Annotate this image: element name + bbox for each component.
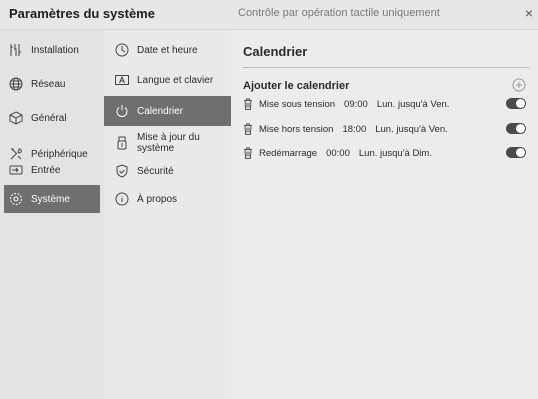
sidebar-item-label: Général xyxy=(31,112,67,124)
submenu-item-label: Calendrier xyxy=(137,105,184,117)
schedule-row: Mise sous tension 09:00 Lun. jusqu'à Ven… xyxy=(243,95,529,113)
submenu-item-security[interactable]: Sécurité xyxy=(104,158,231,184)
sidebar-item-input[interactable]: Entrée xyxy=(0,156,104,184)
submenu-item-label: À propos xyxy=(137,193,178,205)
schedule-time: 18:00 xyxy=(342,123,367,135)
sidebar-item-installation[interactable]: Installation xyxy=(0,36,104,64)
schedule-toggle[interactable] xyxy=(506,98,526,109)
submenu-item-date-time[interactable]: Date et heure xyxy=(104,36,231,64)
usb-icon xyxy=(115,136,129,150)
close-button[interactable]: × xyxy=(522,5,536,21)
submenu-item-system-update[interactable]: Mise à jour du système xyxy=(104,128,231,158)
shield-icon xyxy=(115,164,129,178)
globe-icon xyxy=(9,77,23,91)
schedule-action: Mise hors tension xyxy=(259,123,334,135)
submenu-item-label: Sécurité xyxy=(137,165,174,177)
add-calendar-button[interactable] xyxy=(512,78,526,92)
submenu-item-language-keyboard[interactable]: Langue et clavier xyxy=(104,66,231,94)
submenu-item-label: Mise à jour du système xyxy=(137,132,200,154)
submenu-item-calendar[interactable]: Calendrier xyxy=(104,96,231,126)
submenu-item-label: Langue et clavier xyxy=(137,74,214,86)
toggle-knob xyxy=(516,124,525,133)
submenu-item-label: Date et heure xyxy=(137,44,198,56)
clock-icon xyxy=(115,43,129,57)
power-icon xyxy=(115,104,129,118)
toggle-knob xyxy=(516,99,525,108)
sidebar-item-label: Réseau xyxy=(31,78,66,90)
schedule-action: Redémarrage xyxy=(259,147,318,159)
keyboard-icon xyxy=(115,73,129,87)
sidebar-item-label: Entrée xyxy=(31,164,61,176)
calendar-panel: Calendrier Ajouter le calendrier Mise so… xyxy=(231,30,538,399)
category-sidebar: Installation Réseau Général Périphérique… xyxy=(0,30,104,399)
app-title: Paramètres du système xyxy=(9,6,155,21)
touch-only-notice: Contrôle par opération tactile uniquemen… xyxy=(238,7,440,19)
schedule-toggle[interactable] xyxy=(506,123,526,134)
submenu-item-about[interactable]: À propos xyxy=(104,186,231,212)
schedule-action: Mise sous tension xyxy=(259,98,336,110)
sidebar-item-label: Système xyxy=(31,193,70,205)
plus-circle-icon xyxy=(512,78,526,92)
tools-icon xyxy=(9,43,23,57)
schedule-row: Redémarrage 00:00 Lun. jusqu'à Dim. xyxy=(243,144,529,162)
input-icon xyxy=(9,163,23,177)
info-icon xyxy=(115,192,129,206)
trash-icon[interactable] xyxy=(243,98,253,110)
system-submenu: Date et heure Langue et clavier Calendri… xyxy=(104,30,231,399)
settings-window: Paramètres du système Contrôle par opéra… xyxy=(0,0,538,399)
trash-icon[interactable] xyxy=(243,147,253,159)
add-calendar-label: Ajouter le calendrier xyxy=(243,80,350,92)
cube-icon xyxy=(9,111,23,125)
page-title: Calendrier xyxy=(243,44,308,59)
schedule-time: 09:00 xyxy=(344,98,368,110)
schedule-toggle[interactable] xyxy=(506,147,526,158)
schedule-days: Lun. jusqu'à Dim. xyxy=(358,147,432,159)
gear-icon xyxy=(9,192,23,206)
schedule-days: Lun. jusqu'à Ven. xyxy=(375,123,448,135)
title-divider xyxy=(243,67,529,68)
title-bar: Paramètres du système Contrôle par opéra… xyxy=(0,0,538,28)
schedule-days: Lun. jusqu'à Ven. xyxy=(376,98,450,110)
schedule-row: Mise hors tension 18:00 Lun. jusqu'à Ven… xyxy=(243,120,529,138)
sidebar-item-general[interactable]: Général xyxy=(0,104,104,132)
toggle-knob xyxy=(516,148,525,157)
sidebar-item-label: Installation xyxy=(31,44,79,56)
sidebar-item-system[interactable]: Système xyxy=(4,185,100,213)
trash-icon[interactable] xyxy=(243,123,253,135)
sidebar-item-network[interactable]: Réseau xyxy=(0,70,104,98)
schedule-time: 00:00 xyxy=(326,147,350,159)
